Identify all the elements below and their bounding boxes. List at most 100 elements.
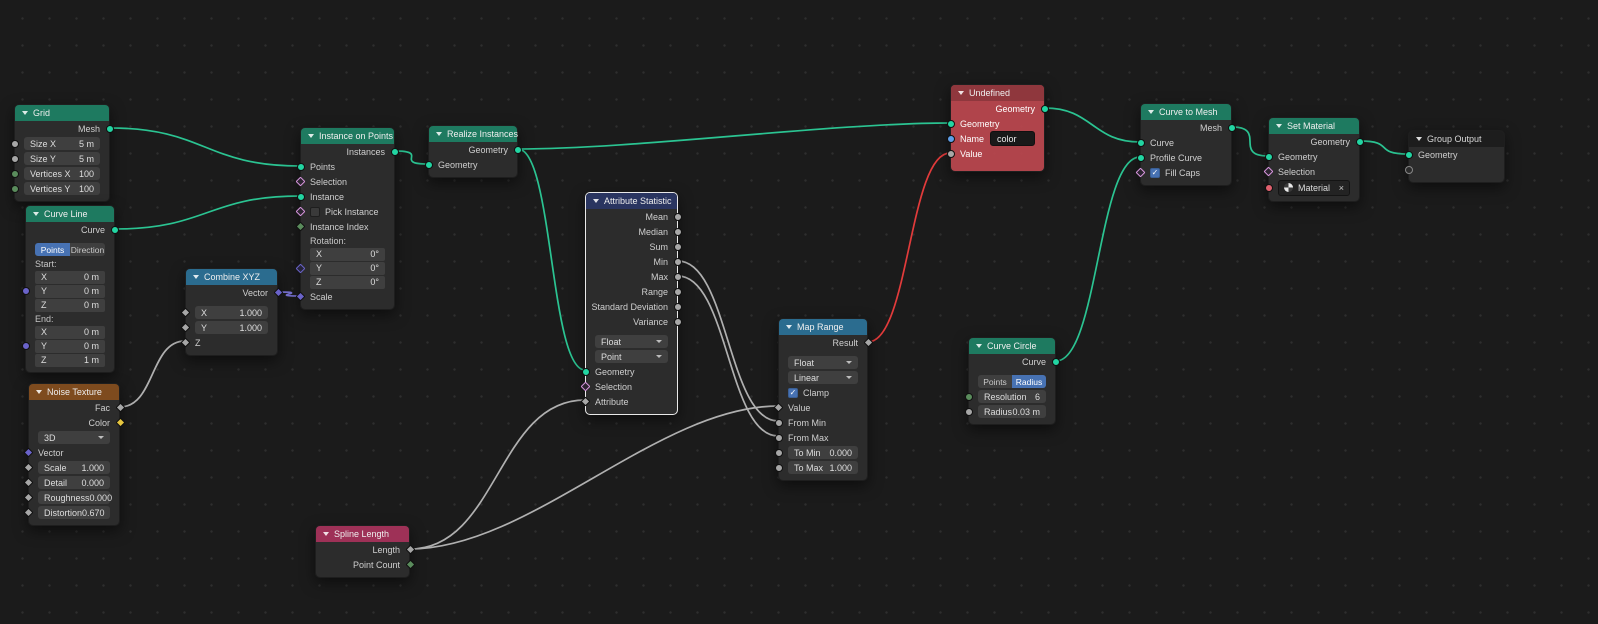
- socket-min-out[interactable]: [673, 257, 682, 266]
- material-selector[interactable]: Material ×: [1278, 179, 1350, 196]
- node-combine-xyz[interactable]: Combine XYZ Vector X 1.000 Y 1.000 Z: [180, 268, 283, 356]
- socket-mesh-out[interactable]: [1227, 123, 1236, 132]
- wire-attrstat-min-to-frommin[interactable]: [677, 260, 779, 422]
- socket-virtual-in[interactable]: [1404, 165, 1413, 174]
- socket-variance-out[interactable]: [673, 317, 682, 326]
- radius-slider[interactable]: Radius 0.03 m: [978, 405, 1046, 418]
- node-realize-instances-header[interactable]: Realize Instances: [429, 126, 518, 142]
- socket-curve-out[interactable]: [1051, 357, 1060, 366]
- scale-slider[interactable]: Scale 1.000: [38, 461, 110, 474]
- to-min-slider[interactable]: To Min 0.000: [788, 446, 858, 459]
- node-undefined[interactable]: Undefined Geometry Geometry Name color Va…: [946, 84, 1049, 172]
- node-attribute-statistic-header[interactable]: Attribute Statistic: [586, 193, 677, 209]
- node-noise-texture[interactable]: Noise Texture Fac Color 3D Vector Scale 1…: [23, 383, 125, 526]
- node-set-material-header[interactable]: Set Material: [1269, 118, 1359, 134]
- rotation-y-field[interactable]: Y 0°: [310, 261, 385, 275]
- collapse-chevron-icon[interactable]: [193, 275, 199, 279]
- socket-vertices-y[interactable]: [10, 184, 19, 193]
- socket-size-x[interactable]: [10, 139, 19, 148]
- collapse-chevron-icon[interactable]: [33, 212, 39, 216]
- wire-splinelength-to-attribute[interactable]: [409, 399, 586, 550]
- wire-instances-to-realize[interactable]: [394, 150, 429, 165]
- socket-geometry-out[interactable]: [1355, 137, 1364, 146]
- detail-slider[interactable]: Detail 0.000: [38, 476, 110, 489]
- socket-points-in[interactable]: [296, 162, 305, 171]
- socket-geometry-in[interactable]: [1264, 152, 1273, 161]
- node-map-range-header[interactable]: Map Range: [779, 319, 867, 335]
- collapse-chevron-icon[interactable]: [1276, 124, 1282, 128]
- wire-curvetomesh-to-setmaterial[interactable]: [1231, 126, 1269, 157]
- node-curve-line-header[interactable]: Curve Line: [26, 206, 114, 222]
- wire-realize-to-undefined-geometry[interactable]: [517, 122, 951, 150]
- wire-attrstat-max-to-frommax[interactable]: [677, 275, 779, 437]
- wire-maprange-result-to-undefined-value[interactable]: [867, 152, 951, 343]
- unlink-material-icon[interactable]: ×: [1339, 183, 1344, 193]
- x-slider[interactable]: X 1.000: [195, 306, 268, 319]
- start-x-field[interactable]: X0 m: [35, 270, 105, 284]
- socket-resolution-in[interactable]: [964, 392, 973, 401]
- collapse-chevron-icon[interactable]: [958, 91, 964, 95]
- size-x-slider[interactable]: Size X5 m: [24, 137, 100, 150]
- points-mode-button[interactable]: Points: [978, 375, 1012, 388]
- collapse-chevron-icon[interactable]: [1148, 110, 1154, 114]
- collapse-chevron-icon[interactable]: [1416, 137, 1422, 141]
- collapse-chevron-icon[interactable]: [323, 532, 329, 536]
- socket-from-max-in[interactable]: [774, 433, 783, 442]
- socket-instance-in[interactable]: [296, 192, 305, 201]
- socket-to-min-in[interactable]: [774, 448, 783, 457]
- node-attribute-statistic[interactable]: Attribute Statistic Mean Median Sum Min …: [580, 192, 682, 415]
- socket-sum-out[interactable]: [673, 242, 682, 251]
- data-type-dropdown[interactable]: Float: [595, 335, 668, 348]
- collapse-chevron-icon[interactable]: [308, 134, 314, 138]
- socket-range-out[interactable]: [673, 287, 682, 296]
- pick-instance-checkbox[interactable]: [310, 206, 320, 217]
- wire-noise-fac-to-combine-z[interactable]: [119, 340, 186, 408]
- node-curve-to-mesh[interactable]: Curve to Mesh Mesh Curve Profile Curve ✓…: [1135, 103, 1236, 186]
- socket-geometry-in[interactable]: [1404, 150, 1413, 159]
- wire-grid-mesh-to-points[interactable]: [109, 127, 301, 167]
- socket-median-out[interactable]: [673, 227, 682, 236]
- roughness-slider[interactable]: Roughness 0.000: [38, 491, 112, 504]
- node-spline-length-header[interactable]: Spline Length: [316, 526, 409, 542]
- socket-instances-out[interactable]: [390, 147, 399, 156]
- y-slider[interactable]: Y 1.000: [195, 321, 268, 334]
- socket-radius-in[interactable]: [964, 407, 973, 416]
- collapse-chevron-icon[interactable]: [22, 111, 28, 115]
- node-instance-on-points-header[interactable]: Instance on Points: [301, 128, 394, 144]
- socket-curve-out[interactable]: [110, 225, 119, 234]
- domain-dropdown[interactable]: Point: [595, 350, 668, 363]
- socket-material-in[interactable]: [1264, 183, 1273, 192]
- node-spline-length[interactable]: Spline Length Length Point Count: [315, 525, 415, 578]
- collapse-chevron-icon[interactable]: [976, 344, 982, 348]
- socket-profile-curve-in[interactable]: [1136, 153, 1145, 162]
- socket-max-out[interactable]: [673, 272, 682, 281]
- rotation-x-field[interactable]: X 0°: [310, 247, 385, 261]
- rotation-z-field[interactable]: Z 0°: [310, 275, 385, 289]
- socket-end-vector[interactable]: [21, 342, 30, 350]
- size-y-slider[interactable]: Size Y5 m: [24, 152, 100, 165]
- node-group-output-header[interactable]: Group Output: [1409, 131, 1504, 147]
- node-grid-header[interactable]: Grid: [15, 105, 109, 121]
- socket-vertices-x[interactable]: [10, 169, 19, 178]
- socket-curve-in[interactable]: [1136, 138, 1145, 147]
- socket-to-max-in[interactable]: [774, 463, 783, 472]
- node-editor-canvas[interactable]: Grid Mesh Size X5 m Size Y5 m Vertices X…: [0, 0, 1598, 624]
- wire-curvecircle-to-profile[interactable]: [1055, 156, 1141, 362]
- points-mode-button[interactable]: Points: [35, 243, 70, 256]
- socket-value-in[interactable]: [946, 149, 955, 158]
- socket-geometry-out[interactable]: [1040, 104, 1049, 113]
- collapse-chevron-icon[interactable]: [436, 132, 442, 136]
- to-max-slider[interactable]: To Max 1.000: [788, 461, 858, 474]
- wire-realize-to-attrstat-geometry[interactable]: [517, 148, 586, 371]
- socket-size-y[interactable]: [10, 154, 19, 163]
- name-text-field[interactable]: color: [990, 131, 1035, 146]
- data-type-dropdown[interactable]: Float: [788, 356, 858, 369]
- collapse-chevron-icon[interactable]: [786, 325, 792, 329]
- wire-undefined-to-curvetomesh-curve[interactable]: [1044, 107, 1141, 143]
- node-realize-instances[interactable]: Realize Instances Geometry Geometry: [424, 125, 522, 178]
- node-undefined-header[interactable]: Undefined: [951, 85, 1044, 101]
- wire-setmaterial-to-groupoutput[interactable]: [1359, 140, 1409, 155]
- socket-geometry-in[interactable]: [424, 160, 433, 169]
- socket-geometry-in[interactable]: [946, 119, 955, 128]
- distortion-slider[interactable]: Distortion 0.670: [38, 506, 110, 519]
